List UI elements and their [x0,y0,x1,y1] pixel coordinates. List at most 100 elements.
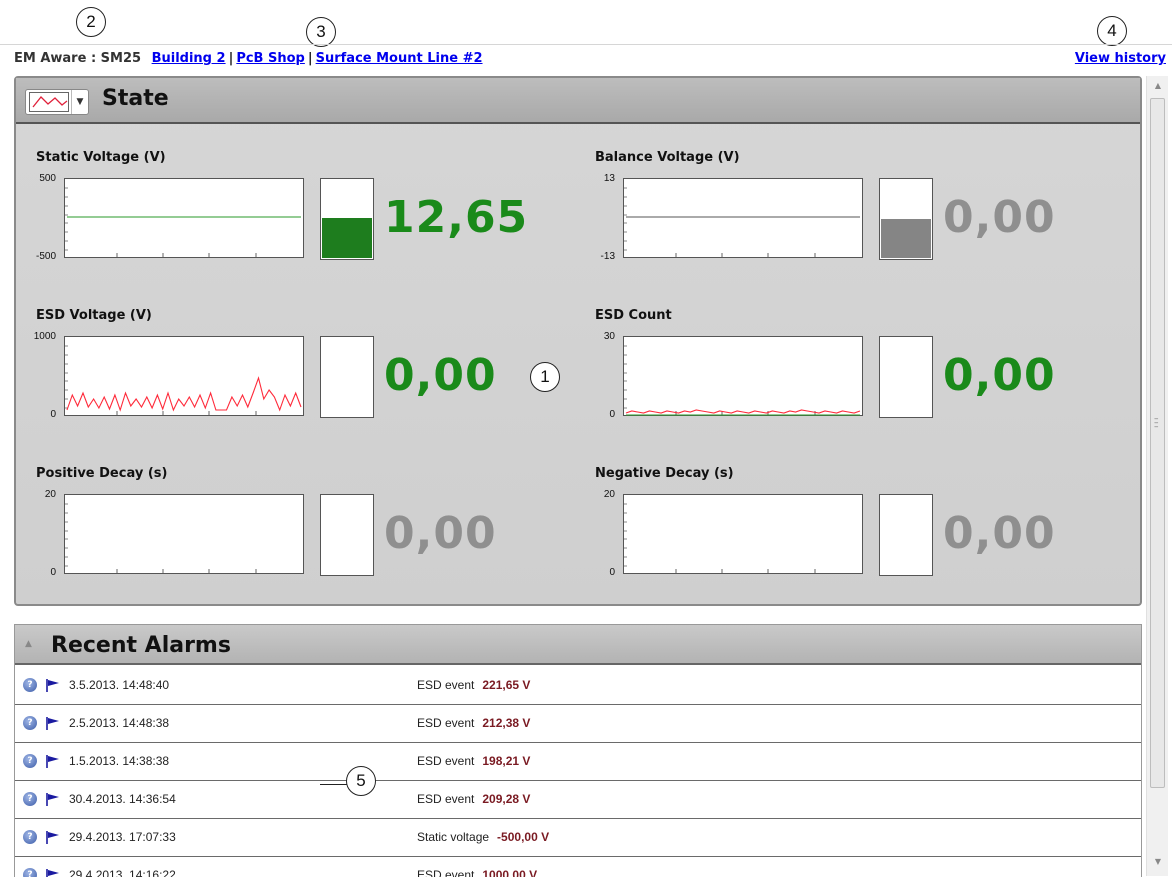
flag-icon[interactable] [45,867,61,877]
axis-min-label: -13 [600,251,615,262]
axis-max-label: 500 [39,173,56,184]
chevron-down-icon: ▼ [71,90,88,114]
table-row[interactable]: ? 29.4.2013. 14:16:22 ESD event 1000,00 V [15,857,1141,877]
alarm-value: 221,65 V [482,678,531,692]
alarm-type: ESD event [417,678,475,692]
alarm-value: 198,21 V [482,754,531,768]
axis-max-label: 20 [44,489,56,500]
table-row[interactable]: ? 1.5.2013. 14:38:38 ESD event 198,21 V [15,743,1141,781]
metric-sparkline [623,494,863,574]
help-icon[interactable]: ? [23,830,37,844]
collapse-icon[interactable]: ▲ [25,639,32,649]
scroll-up-icon[interactable]: ▲ [1147,78,1169,94]
axis-max-label: 30 [603,331,615,342]
flag-icon[interactable] [45,753,61,769]
recent-alarms-panel: ▲ Recent Alarms ? 3.5.2013. 14:48:40 ESD e… [14,624,1142,877]
flag-icon[interactable] [45,677,61,693]
callout-5: 5 [346,766,376,796]
table-row[interactable]: ? 2.5.2013. 14:48:38 ESD event 212,38 V [15,705,1141,743]
alarm-type: ESD event [417,754,475,768]
alarm-description: ESD event 209,28 V [417,792,530,806]
help-icon[interactable]: ? [23,792,37,806]
flag-icon[interactable] [45,791,61,807]
help-icon[interactable]: ? [23,678,37,692]
alarm-time: 29.4.2013. 17:07:33 [69,830,176,844]
alarm-time: 30.4.2013. 14:36:54 [69,792,176,806]
alarms-title: Recent Alarms [51,633,231,658]
metric-gauge [879,336,933,418]
metric-gauge [320,494,374,576]
axis-min-label: 0 [609,409,615,420]
table-row[interactable]: ? 29.4.2013. 17:07:33 Static voltage -500,0… [15,819,1141,857]
metric-gauge [879,178,933,260]
help-icon[interactable]: ? [23,716,37,730]
metric-label: ESD Voltage (V) [36,308,152,323]
breadcrumb-separator: | [228,51,234,66]
alarm-type: Static voltage [417,830,490,844]
metric-label: Static Voltage (V) [36,150,166,165]
metric-sparkline [64,178,304,258]
grip-icon: – – – [1154,414,1159,432]
table-row[interactable]: ? 30.4.2013. 14:36:54 ESD event 209,28 V [15,781,1141,819]
axis-max-label: 1000 [33,331,56,342]
alarm-description: Static voltage -500,00 V [417,830,549,844]
line-chart-icon [29,92,69,112]
alarms-header[interactable]: ▲ Recent Alarms [15,625,1141,665]
axis-min-label: 0 [50,567,56,578]
alarm-time: 29.4.2013. 14:16:22 [69,868,176,877]
alarm-value: 209,28 V [482,792,531,806]
callout-3: 3 [306,17,336,47]
breadcrumb-line[interactable]: Surface Mount Line #2 [316,51,483,66]
metric-value: 0,00 [384,350,497,401]
app-title: EM Aware : SM25 [14,51,142,66]
gauge-fill [881,219,931,258]
view-history-link[interactable]: View history [1075,51,1166,66]
alarm-type: ESD event [417,868,475,877]
table-row[interactable]: ? 3.5.2013. 14:48:40 ESD event 221,65 V [15,667,1141,705]
state-title: State [102,86,169,111]
metric-value: 0,00 [943,192,1056,243]
axis-max-label: 13 [603,173,615,184]
help-icon[interactable]: ? [23,868,37,877]
alarm-description: ESD event 1000,00 V [417,868,537,877]
metric-label: Positive Decay (s) [36,466,168,481]
callout-1: 1 [530,362,560,392]
metric-label: Negative Decay (s) [595,466,734,481]
axis-min-label: 0 [50,409,56,420]
metric-label: ESD Count [595,308,672,323]
alarm-type: ESD event [417,792,475,806]
alarm-time: 3.5.2013. 14:48:40 [69,678,170,692]
callout-4: 4 [1097,16,1127,46]
state-header: ▼ State [16,78,1140,124]
metric-value: 0,00 [384,508,497,559]
scrollbar-thumb[interactable]: – – – [1150,98,1165,788]
alarm-type: ESD event [417,716,475,730]
flag-icon[interactable] [45,829,61,845]
alarm-description: ESD event 221,65 V [417,678,530,692]
alarm-description: ESD event 212,38 V [417,716,530,730]
metric-sparkline [64,494,304,574]
state-panel: ▼ State Static Voltage (V) 500 -500 12,65 Ba… [14,76,1142,606]
alarm-value: -500,00 V [497,830,550,844]
callout-2: 2 [76,7,106,37]
vertical-scrollbar[interactable]: ▲ – – – ▼ [1146,76,1168,876]
axis-min-label: 0 [609,567,615,578]
metric-sparkline [623,336,863,416]
breadcrumb-bar: EM Aware : SM25 Building 2 | PcB Shop | Surf… [0,44,1172,70]
metric-gauge [320,336,374,418]
flag-icon[interactable] [45,715,61,731]
alarm-time: 1.5.2013. 14:38:38 [69,754,170,768]
metric-gauge [879,494,933,576]
scroll-down-icon[interactable]: ▼ [1147,854,1169,870]
metric-value: 0,00 [943,508,1056,559]
alarm-time: 2.5.2013. 14:48:38 [69,716,170,730]
alarm-description: ESD event 198,21 V [417,754,530,768]
chart-type-dropdown[interactable]: ▼ [25,89,89,115]
breadcrumb-building[interactable]: Building 2 [152,51,226,66]
alarm-value: 1000,00 V [482,868,538,877]
help-icon[interactable]: ? [23,754,37,768]
metric-value: 0,00 [943,350,1056,401]
alarm-value: 212,38 V [482,716,531,730]
breadcrumb-shop[interactable]: PcB Shop [236,51,305,66]
metric-label: Balance Voltage (V) [595,150,740,165]
